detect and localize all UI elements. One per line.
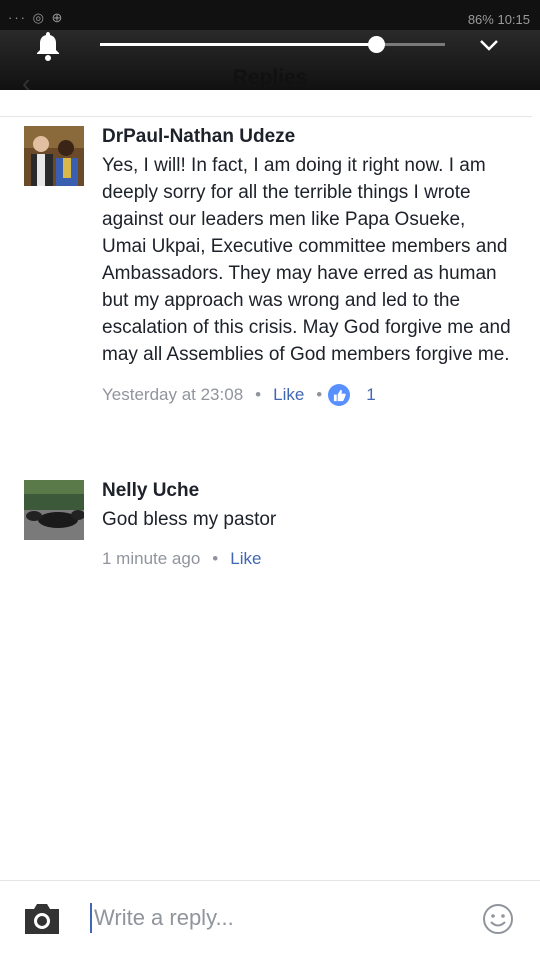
comment-author[interactable]: DrPaul-Nathan Udeze <box>102 126 512 148</box>
smiley-icon[interactable] <box>482 903 514 935</box>
like-button[interactable]: Like <box>230 549 261 569</box>
reaction-count[interactable]: 1 <box>366 385 375 405</box>
separator-dot: • <box>255 385 262 404</box>
chevron-down-icon[interactable] <box>478 34 500 56</box>
status-icons: ··· ◎ ⊕ <box>8 10 65 25</box>
comment-author[interactable]: Nelly Uche <box>102 480 512 502</box>
brightness-slider-fill <box>100 43 376 46</box>
avatar[interactable] <box>24 126 84 186</box>
comment-text: God bless my pastor <box>102 509 277 530</box>
comment-timestamp: Yesterday at 23:08 <box>102 385 244 404</box>
separator-dot: • <box>212 549 219 568</box>
reply-composer: Write a reply... <box>0 880 540 961</box>
reply-input[interactable]: Write a reply... <box>90 903 234 933</box>
like-button[interactable]: Like <box>273 385 304 405</box>
bell-icon[interactable] <box>34 30 62 62</box>
status-battery-clock: 86% 10:15 <box>467 12 530 27</box>
thumbs-up-icon[interactable] <box>328 384 351 406</box>
comment-timestamp: 1 minute ago <box>102 549 201 568</box>
header-divider <box>0 116 532 117</box>
comment-meta: Yesterday at 23:08 • Like • 1 <box>102 384 512 406</box>
camera-icon[interactable] <box>22 901 62 937</box>
page-title: Replies <box>232 66 308 89</box>
brightness-slider[interactable] <box>100 36 445 53</box>
brightness-slider-thumb[interactable] <box>368 36 385 53</box>
separator-dot: • <box>316 385 323 404</box>
comment-meta: 1 minute ago • Like <box>102 549 512 569</box>
avatar[interactable] <box>24 480 84 540</box>
comment-text: Yes, I will! In fact, I am doing it righ… <box>102 155 511 365</box>
